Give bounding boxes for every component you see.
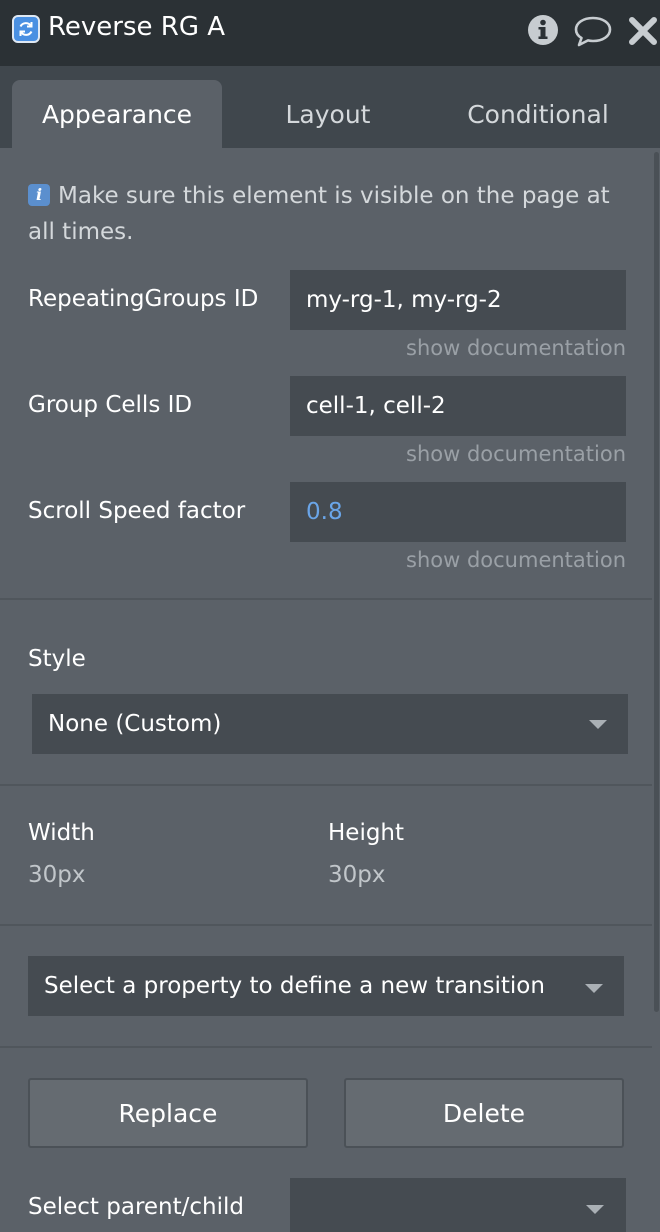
style-label: Style <box>28 646 86 672</box>
note-text: Make sure this element is visible on the… <box>28 183 610 245</box>
scroll-speed-factor-input[interactable]: 0.8 <box>290 482 626 542</box>
info-icon[interactable] <box>527 14 559 46</box>
title-bar: Reverse RG A <box>0 0 660 66</box>
repeating-groups-id-input[interactable]: my-rg-1, my-rg-2 <box>290 270 626 330</box>
window-title: Reverse RG A <box>48 12 226 42</box>
chevron-down-icon <box>589 720 607 729</box>
info-badge-icon <box>28 184 50 206</box>
height-value: 30px <box>328 862 386 888</box>
scroll-speed-factor-label: Scroll Speed factor <box>28 498 246 524</box>
divider <box>0 924 652 926</box>
height-label: Height <box>328 820 405 846</box>
delete-button[interactable]: Delete <box>344 1078 624 1148</box>
divider <box>0 784 652 786</box>
group-cells-id-doc-link[interactable]: show documentation <box>406 442 626 466</box>
transition-property-dropdown[interactable]: Select a property to define a new transi… <box>28 956 624 1016</box>
group-cells-id-input[interactable]: cell-1, cell-2 <box>290 376 626 436</box>
scroll-speed-factor-doc-link[interactable]: show documentation <box>406 548 626 572</box>
divider <box>0 1046 652 1048</box>
transition-dropdown-placeholder: Select a property to define a new transi… <box>44 973 545 999</box>
width-label: Width <box>28 820 95 846</box>
style-dropdown[interactable]: None (Custom) <box>32 694 628 754</box>
parent-child-dropdown[interactable] <box>290 1178 626 1232</box>
replace-button[interactable]: Replace <box>28 1078 308 1148</box>
refresh-icon <box>12 15 40 43</box>
tab-appearance[interactable]: Appearance <box>12 80 222 148</box>
select-parent-child-label: Select parent/child <box>28 1194 245 1220</box>
visibility-note: Make sure this element is visible on the… <box>28 178 628 250</box>
width-value: 30px <box>28 862 86 888</box>
repeating-groups-id-doc-link[interactable]: show documentation <box>406 336 626 360</box>
style-dropdown-value: None (Custom) <box>48 711 222 737</box>
chevron-down-icon <box>586 1205 604 1214</box>
tab-layout[interactable]: Layout <box>232 80 424 148</box>
chevron-down-icon <box>585 984 603 993</box>
tab-bar: Appearance Layout Conditional <box>0 66 660 148</box>
group-cells-id-label: Group Cells ID <box>28 392 193 418</box>
tab-conditional[interactable]: Conditional <box>434 80 642 148</box>
scrollbar-thumb[interactable] <box>654 152 659 1012</box>
divider <box>0 598 652 600</box>
close-icon[interactable] <box>628 16 658 46</box>
repeating-groups-id-label: RepeatingGroups ID <box>28 286 259 312</box>
comment-icon[interactable] <box>573 14 613 48</box>
